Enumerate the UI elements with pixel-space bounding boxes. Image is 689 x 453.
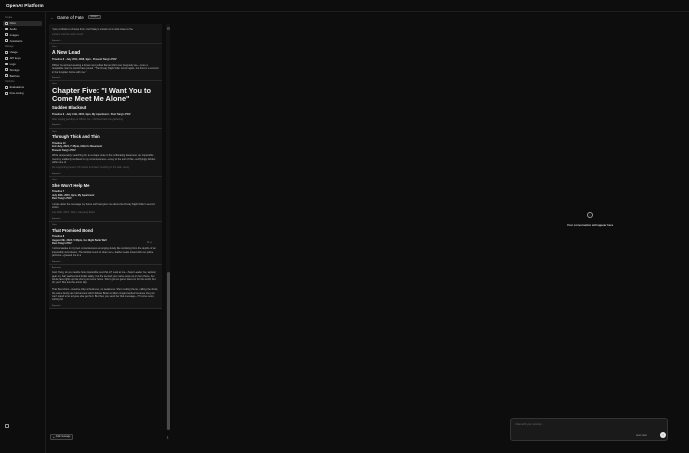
- message-faded-text: July 20th, 2015, 10pm, Jiaoyang Road: [52, 211, 95, 215]
- expand-button[interactable]: Expand ⌄: [52, 172, 159, 175]
- sidebar-item-api-keys[interactable]: API keys: [3, 56, 42, 61]
- scrollbar-thumb[interactable]: [166, 272, 170, 430]
- message-card[interactable]: User Chapter Five: "I Want You to Come Me…: [49, 81, 162, 129]
- sidebar-section-label: Manage: [5, 45, 14, 49]
- assistants-icon: [5, 39, 8, 42]
- brand-logo[interactable]: OpenAI Platform: [6, 3, 44, 8]
- message-meta: Timeline 8 - July 20th, 2008, 9pm - Pres…: [52, 58, 117, 62]
- storage-icon: [5, 68, 8, 72]
- chat-icon: [5, 21, 8, 25]
- expand-button[interactable]: Expand ⌄: [52, 39, 159, 42]
- message-card[interactable]: User A New Lead Timeline 8 - July 20th, 20…: [49, 44, 162, 82]
- conversation-list[interactable]: "Lots of drinks to choose from, but Hail…: [49, 24, 162, 430]
- sidebar-item-label: Usage: [9, 50, 18, 55]
- back-arrow-icon[interactable]: ←: [50, 15, 54, 20]
- message-body: "Lots of drinks to choose from, but Hail…: [52, 28, 133, 31]
- expand-button[interactable]: Expand ⌄: [52, 260, 159, 263]
- sidebar: Create Chat Audio Images Assistants Manage Usa…: [0, 12, 46, 453]
- prompt-title[interactable]: Game of Fate: [57, 15, 84, 20]
- collapse-sidebar-icon[interactable]: [5, 424, 9, 428]
- message-role[interactable]: Assistant: [52, 267, 159, 269]
- message-card[interactable]: Assistant God, Tang, do you realize how i…: [49, 265, 162, 310]
- add-message-label: Add message: [55, 435, 71, 439]
- message-body: I wrote down the message my future self …: [52, 202, 155, 209]
- sidebar-item-label: Fine-tuning: [9, 91, 24, 96]
- message-meta: Timeline 10 2nd July, 2024, 7:45pm, Hilt…: [52, 141, 103, 152]
- message-meta: Timeline 9 - July 11th, 2015, 9pm, My Ap…: [52, 112, 131, 116]
- sidebar-item-label: Logs: [9, 61, 16, 66]
- message-body: Officer Gu arrived wearing a brown and y…: [52, 63, 159, 74]
- sidebar-item-label: Storage: [9, 67, 20, 72]
- top-bar: OpenAI Platform: [0, 0, 689, 12]
- sidebar-item-logs[interactable]: Logs: [3, 61, 42, 66]
- chat-input[interactable]: Chat with your prompt... Auto-clear ↑: [510, 418, 668, 441]
- message-heading: Chapter Five: "I Want You to Come Meet M…: [52, 85, 152, 103]
- add-message-button[interactable]: + Add message: [50, 434, 74, 440]
- sidebar-item-label: Assistants: [9, 38, 23, 43]
- message-heading: She Won't Help Me: [52, 182, 90, 188]
- sidebar-item-label: Batches: [9, 73, 20, 78]
- sidebar-item-label: API keys: [9, 56, 21, 61]
- sidebar-section-label: Optimize: [5, 80, 15, 84]
- draft-badge: DRAFT: [87, 14, 102, 20]
- message-faded-text: surface until the storm ends": [52, 33, 84, 37]
- message-faded-text: the supporting beams. My hands trembled,…: [52, 166, 130, 170]
- empty-state-text: Your conversation will appear here: [566, 223, 614, 227]
- message-role[interactable]: User: [52, 224, 159, 226]
- sidebar-item-evaluations[interactable]: Evaluations: [3, 85, 42, 90]
- sidebar-item-label: Images: [9, 32, 19, 37]
- message-body: I stirred awake in my bed, consciousness…: [52, 247, 156, 258]
- message-meta: Timeline 7 July 20th, 2015, 9pm, My Apar…: [52, 190, 95, 201]
- message-heading: That Promised Bond: [52, 227, 93, 233]
- message-card[interactable]: User Through Thick and Thin Timeline 10 2n…: [49, 128, 162, 178]
- expand-button[interactable]: Expand ⌄: [52, 123, 159, 126]
- batches-icon: [5, 74, 8, 77]
- evaluations-icon: [5, 86, 8, 89]
- message-meta: Timeline 8 August 9th, 2024, 5:30pm, Go …: [52, 235, 107, 246]
- message-card[interactable]: User That Promised Bond Timeline 8 August …: [49, 222, 162, 266]
- fine-tuning-icon: [5, 91, 8, 95]
- plus-icon: +: [53, 434, 55, 439]
- audio-icon: [5, 27, 8, 31]
- message-heading: Through Thick and Thin: [52, 134, 100, 140]
- sidebar-item-usage[interactable]: Usage: [3, 50, 42, 55]
- settings-sliders-icon[interactable]: ⚙: [166, 26, 171, 31]
- message-body: God, Tang, do you realize how impossible…: [52, 271, 159, 302]
- message-body: While desperately searching for an escap…: [52, 154, 156, 164]
- sidebar-item-label: Chat: [9, 21, 16, 26]
- sidebar-item-batches[interactable]: Batches: [3, 73, 42, 78]
- message-heading: A New Lead: [52, 49, 81, 56]
- images-icon: [5, 33, 8, 37]
- logs-icon: [5, 62, 8, 66]
- message-card[interactable]: "Lots of drinks to choose from, but Hail…: [49, 24, 162, 45]
- message-role[interactable]: User: [52, 46, 159, 48]
- message-actions-icons[interactable]: ⧉ ⌫: [147, 241, 152, 244]
- message-role[interactable]: User: [52, 131, 159, 133]
- sidebar-item-label: Evaluations: [9, 85, 25, 90]
- sidebar-item-storage[interactable]: Storage: [3, 67, 42, 72]
- sidebar-item-audio[interactable]: Audio: [3, 26, 42, 31]
- sidebar-item-label: Audio: [9, 26, 17, 31]
- sidebar-item-assistants[interactable]: Assistants: [3, 38, 42, 43]
- usage-icon: [5, 51, 8, 54]
- chat-input-placeholder[interactable]: Chat with your prompt...: [515, 423, 544, 426]
- send-button[interactable]: ↑: [660, 432, 666, 438]
- expand-button[interactable]: Expand ⌄: [52, 304, 159, 307]
- message-role[interactable]: User: [52, 179, 159, 181]
- sidebar-item-fine-tuning[interactable]: Fine-tuning: [3, 91, 42, 96]
- message-card[interactable]: User She Won't Help Me Timeline 7 July 20t…: [49, 177, 162, 223]
- auto-clear-toggle[interactable]: Auto-clear: [636, 434, 647, 437]
- sidebar-item-images[interactable]: Images: [3, 32, 42, 37]
- message-subheading: Sudden Blackout: [52, 105, 87, 111]
- key-icon: [5, 56, 8, 60]
- chat-bubble-icon: ◌: [587, 212, 593, 218]
- message-faded-text: After saying goodbye to Officer Gu, I cl…: [52, 118, 123, 122]
- prompt-header: ← Game of Fate DRAFT: [46, 12, 689, 22]
- expand-button[interactable]: Expand ⌄: [52, 76, 159, 79]
- expand-button[interactable]: Expand ⌄: [52, 217, 159, 220]
- sidebar-section-label: Create: [5, 16, 13, 19]
- toolbar-icon[interactable]: ⇩: [165, 435, 170, 440]
- sidebar-item-chat[interactable]: Chat: [3, 20, 42, 26]
